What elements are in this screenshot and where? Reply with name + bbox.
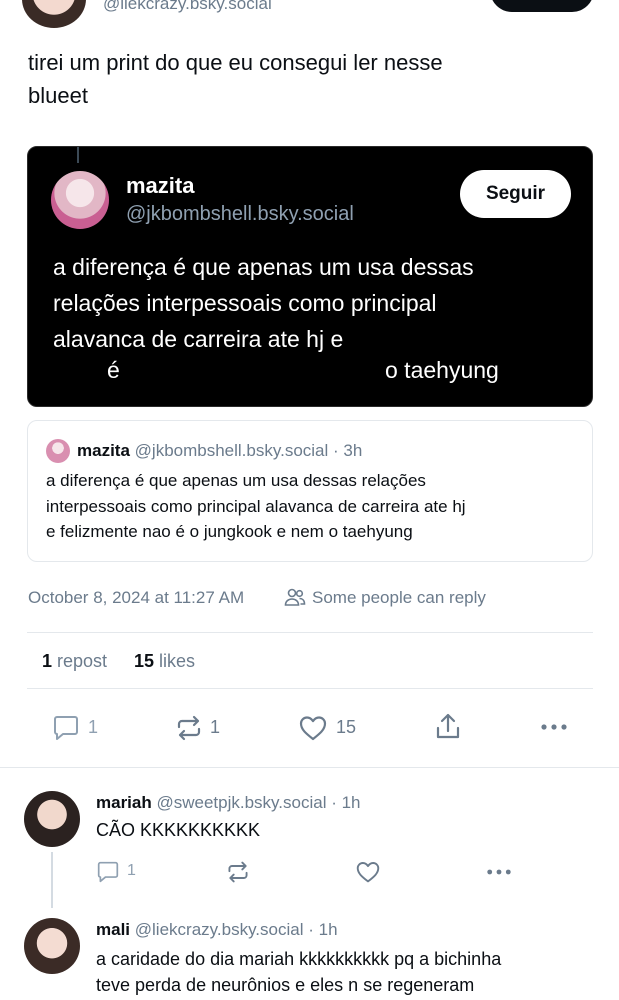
quote-avatar xyxy=(46,439,70,463)
like-icon[interactable] xyxy=(355,860,381,884)
card-text-fragment: o taehyung xyxy=(385,357,499,383)
reply-handle[interactable]: @liekcrazy.bsky.social xyxy=(135,920,304,939)
reply-text-line: a caridade do dia mariah kkkkkkkkkk pq a… xyxy=(96,949,502,969)
more-icon[interactable] xyxy=(486,867,512,877)
reply-thread-line xyxy=(51,852,53,908)
divider xyxy=(27,632,593,633)
likes-label: likes xyxy=(159,651,196,671)
like-count: 15 xyxy=(336,717,357,737)
card-handle: @jkbombshell.bsky.social xyxy=(126,203,354,225)
quote-text-line: a diferença é que apenas um usa dessas r… xyxy=(46,471,426,490)
share-icon[interactable] xyxy=(434,712,462,742)
likes-stat[interactable]: 15 likes xyxy=(134,651,195,672)
reply-count: 1 xyxy=(127,862,136,879)
post-timestamp: October 8, 2024 at 11:27 AM xyxy=(28,588,245,607)
reply-avatar[interactable] xyxy=(24,918,80,974)
card-text-line: relações interpessoais como principal xyxy=(53,290,437,316)
author-avatar[interactable] xyxy=(22,0,86,28)
reply-icon[interactable] xyxy=(52,715,80,741)
card-display-name: mazita xyxy=(126,173,195,198)
post-text-line: blueet xyxy=(28,83,88,108)
author-handle[interactable]: @liekcrazy.bsky.social xyxy=(103,0,272,14)
reposts-count: 1 xyxy=(42,651,53,671)
thread-line xyxy=(77,147,79,163)
card-follow-button: Seguir xyxy=(460,170,571,218)
follow-button[interactable] xyxy=(490,0,594,12)
quote-text-line: interpessoais como principal alavanca de… xyxy=(46,496,466,516)
more-icon[interactable] xyxy=(540,722,568,732)
reply-text: CÃO KKKKKKKKKK xyxy=(96,820,261,840)
reply-setting-link[interactable]: Some people can reply xyxy=(312,588,486,608)
card-text: a diferença é que apenas um usa dessas r… xyxy=(53,249,583,357)
repost-icon[interactable] xyxy=(175,714,203,742)
reply-author-line: mali @liekcrazy.bsky.social · 1h xyxy=(96,920,338,940)
card-avatar xyxy=(51,171,109,229)
post-text: tirei um print do que eu consegui ler ne… xyxy=(28,46,443,112)
card-text-fragment: é xyxy=(107,357,120,383)
quote-text: a diferença é que apenas um usa dessas r… xyxy=(46,468,466,545)
reply-icon[interactable] xyxy=(96,861,120,883)
quote-handle: @jkbombshell.bsky.social xyxy=(134,441,329,460)
quote-display-name: mazita xyxy=(77,441,130,460)
reply-text: a caridade do dia mariah kkkkkkkkkk pq a… xyxy=(96,946,501,998)
reply-text-line: teve perda de neurônios e eles n se rege… xyxy=(96,975,475,995)
reply-handle[interactable]: @sweetpjk.bsky.social xyxy=(156,793,326,812)
card-text-line: alavanca de carreira ate hj e xyxy=(53,326,344,352)
divider xyxy=(0,767,619,768)
reply-author-line: mariah @sweetpjk.bsky.social · 1h xyxy=(96,793,361,813)
reply-count: 1 xyxy=(88,717,99,737)
reposts-stat[interactable]: 1 repost xyxy=(42,651,107,672)
repost-icon[interactable] xyxy=(226,860,250,884)
divider xyxy=(27,688,593,689)
reply-display-name[interactable]: mali xyxy=(96,920,130,939)
repost-count: 1 xyxy=(210,717,221,737)
quote-text-line: e felizmente nao é o jungkook e nem o ta… xyxy=(46,522,413,541)
likes-count: 15 xyxy=(134,651,155,671)
reply-avatar[interactable] xyxy=(24,791,80,847)
quote-author-line: mazita @jkbombshell.bsky.social · 3h xyxy=(77,441,362,461)
reply-time: · 1h xyxy=(331,793,361,812)
card-text-line: a diferença é que apenas um usa dessas xyxy=(53,254,474,280)
quoted-post[interactable]: mazita @jkbombshell.bsky.social · 3h a d… xyxy=(27,420,593,562)
reply-display-name[interactable]: mariah xyxy=(96,793,152,812)
reposts-label: repost xyxy=(57,651,108,671)
reply-time: · 1h xyxy=(308,920,338,939)
post-image[interactable]: mazita @jkbombshell.bsky.social Seguir a… xyxy=(27,146,593,407)
people-icon xyxy=(284,587,306,607)
quote-time: · 3h xyxy=(333,441,363,460)
like-icon[interactable] xyxy=(298,714,328,742)
post-text-line: tirei um print do que eu consegui ler ne… xyxy=(28,50,443,75)
